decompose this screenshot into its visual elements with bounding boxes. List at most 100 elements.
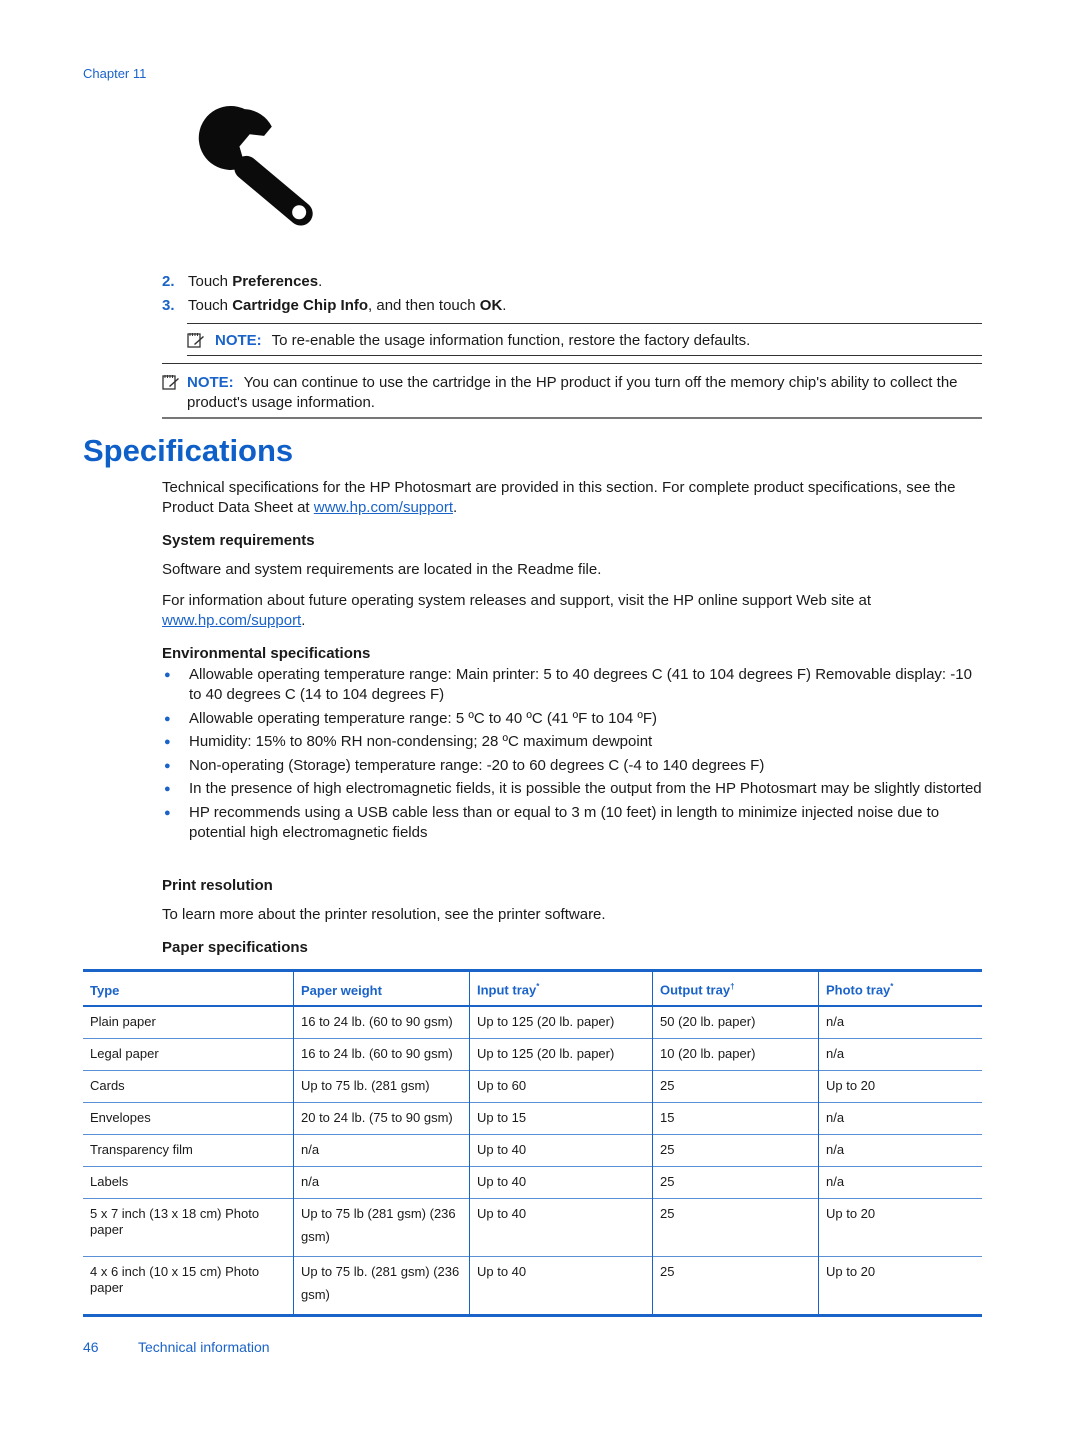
paper-specifications-table: Type Paper weight Input tray* Output tra… <box>83 969 982 1317</box>
environmental-list: ● Allowable operating temperature range: … <box>162 665 984 846</box>
chapter-label: Chapter 11 <box>83 66 147 81</box>
bullet-icon: ● <box>164 783 171 795</box>
cell-photo-tray: Up to 20 <box>818 1198 982 1257</box>
step-text: . <box>502 297 507 314</box>
cell-output-tray: 15 <box>652 1102 819 1135</box>
step-bold: OK <box>479 297 503 314</box>
step-text: Touch <box>188 297 233 314</box>
column-header-paper-weight: Paper weight <box>293 970 470 1007</box>
bullet-icon: ● <box>164 759 171 772</box>
cell-photo-tray: n/a <box>818 1166 982 1199</box>
support-link[interactable]: www.hp.com/support <box>314 499 453 516</box>
list-item: ● Allowable operating temperature range: … <box>162 709 984 729</box>
cell-type: Plain paper <box>83 1005 294 1039</box>
support-text: For information about future operating s… <box>162 592 871 609</box>
step-item: 3. Touch Cartridge Chip Info, and then to… <box>162 296 506 320</box>
list-item-text: In the presence of high electromagnetic … <box>189 780 982 797</box>
cell-paper-weight: Up to 75 lb. (281 gsm) <box>293 1070 470 1103</box>
column-header-output-tray: Output tray† <box>652 970 819 1007</box>
cell-output-tray: 50 (20 lb. paper) <box>652 1005 819 1039</box>
table-row: Plain paper 16 to 24 lb. (60 to 90 gsm) Up… <box>83 1005 982 1039</box>
step-item: 2. Touch Preferences. <box>162 272 506 296</box>
cell-output-tray: 25 <box>652 1070 819 1103</box>
system-support-paragraph: For information about future operating s… <box>162 591 984 631</box>
cell-input-tray: Up to 40 <box>469 1256 653 1316</box>
step-text: , and then touch <box>368 297 480 314</box>
table-row: Labels n/a Up to 40 25 n/a <box>83 1166 982 1199</box>
table-row: Envelopes 20 to 24 lb. (75 to 90 gsm) Up t… <box>83 1102 982 1135</box>
table-header-row: Type Paper weight Input tray* Output tra… <box>83 970 982 1007</box>
step-number: 2. <box>162 273 175 290</box>
cell-output-tray: 25 <box>652 1256 819 1316</box>
cell-output-tray: 25 <box>652 1134 819 1167</box>
list-item-text: Humidity: 15% to 80% RH non-condensing; … <box>189 733 653 750</box>
table-row: 4 x 6 inch (10 x 15 cm) Photo paper Up to… <box>83 1256 982 1316</box>
page-footer: 46 Technical information <box>83 1339 270 1355</box>
cell-input-tray: Up to 60 <box>469 1070 653 1103</box>
cell-paper-weight: 16 to 24 lb. (60 to 90 gsm) <box>293 1005 470 1039</box>
step-bold: Preferences <box>232 273 319 290</box>
environmental-heading: Environmental specifications <box>162 645 371 662</box>
wrench-icon <box>198 105 313 226</box>
cell-type: Cards <box>83 1070 294 1103</box>
step-text: . <box>318 273 323 290</box>
support-link[interactable]: www.hp.com/support <box>162 612 301 629</box>
print-resolution-heading: Print resolution <box>162 877 273 894</box>
note-text: You can continue to use the cartridge in… <box>187 374 958 411</box>
table-row: Cards Up to 75 lb. (281 gsm) Up to 60 25 Up … <box>83 1070 982 1103</box>
cell-type: Envelopes <box>83 1102 294 1135</box>
cell-input-tray: Up to 125 (20 lb. paper) <box>469 1005 653 1039</box>
system-requirements-heading: System requirements <box>162 532 315 549</box>
footnote-mark: † <box>730 982 735 992</box>
note-box-inner: NOTE: To re-enable the usage information … <box>187 323 982 356</box>
intro-end: . <box>453 499 458 516</box>
cell-paper-weight: Up to 75 lb. (281 gsm) (236 gsm) <box>293 1256 470 1316</box>
cell-type: 5 x 7 inch (13 x 18 cm) Photo paper <box>83 1198 294 1257</box>
list-item: ● Non-operating (Storage) temperature ran… <box>162 756 984 776</box>
paper-specifications-heading: Paper specifications <box>162 939 308 956</box>
cell-photo-tray: n/a <box>818 1005 982 1039</box>
column-header-input-tray: Input tray* <box>469 970 653 1007</box>
step-text: Touch <box>188 273 233 290</box>
step-list: 2. Touch Preferences. 3. Touch Cartridge C… <box>162 272 506 320</box>
cell-paper-weight: n/a <box>293 1166 470 1199</box>
note-box-outer: NOTE: You can continue to use the cartrid… <box>162 363 982 419</box>
cell-photo-tray: n/a <box>818 1134 982 1167</box>
cell-input-tray: Up to 40 <box>469 1198 653 1257</box>
cell-type: Transparency film <box>83 1134 294 1167</box>
column-header-type: Type <box>83 970 294 1007</box>
section-title: Specifications <box>83 433 294 468</box>
cell-type: Legal paper <box>83 1038 294 1071</box>
cell-paper-weight: n/a <box>293 1134 470 1167</box>
note-icon <box>162 375 179 390</box>
print-resolution-text: To learn more about the printer resoluti… <box>162 906 606 923</box>
list-item-text: HP recommends using a USB cable less tha… <box>189 803 940 841</box>
cell-photo-tray: n/a <box>818 1038 982 1071</box>
cell-output-tray: 10 (20 lb. paper) <box>652 1038 819 1071</box>
bullet-icon: ● <box>164 712 171 725</box>
list-item: ● Allowable operating temperature range: … <box>162 665 984 705</box>
note-icon <box>187 333 204 348</box>
cell-photo-tray: Up to 20 <box>818 1256 982 1316</box>
bullet-icon: ● <box>164 806 171 819</box>
cell-photo-tray: n/a <box>818 1102 982 1135</box>
cell-type: Labels <box>83 1166 294 1199</box>
bullet-icon: ● <box>164 736 171 748</box>
support-end: . <box>301 612 306 629</box>
cell-paper-weight: 20 to 24 lb. (75 to 90 gsm) <box>293 1102 470 1135</box>
list-item-text: Non-operating (Storage) temperature rang… <box>189 756 765 774</box>
column-header-photo-tray: Photo tray* <box>818 970 982 1007</box>
note-label: NOTE: <box>187 374 234 391</box>
cell-input-tray: Up to 40 <box>469 1134 653 1167</box>
cell-paper-weight: Up to 75 lb (281 gsm) (236 gsm) <box>293 1198 470 1257</box>
cell-input-tray: Up to 40 <box>469 1166 653 1199</box>
intro-paragraph: Technical specifications for the HP Phot… <box>162 478 984 518</box>
cell-output-tray: 25 <box>652 1166 819 1199</box>
table-row: Legal paper 16 to 24 lb. (60 to 90 gsm) Up… <box>83 1038 982 1071</box>
intro-text: Technical specifications for the HP Phot… <box>162 479 956 516</box>
cell-type: 4 x 6 inch (10 x 15 cm) Photo paper <box>83 1256 294 1316</box>
bullet-icon: ● <box>164 669 171 681</box>
note-text: To re-enable the usage information funct… <box>271 332 751 349</box>
cell-paper-weight: 16 to 24 lb. (60 to 90 gsm) <box>293 1038 470 1071</box>
list-item-text: Allowable operating temperature range: 5… <box>189 709 657 727</box>
